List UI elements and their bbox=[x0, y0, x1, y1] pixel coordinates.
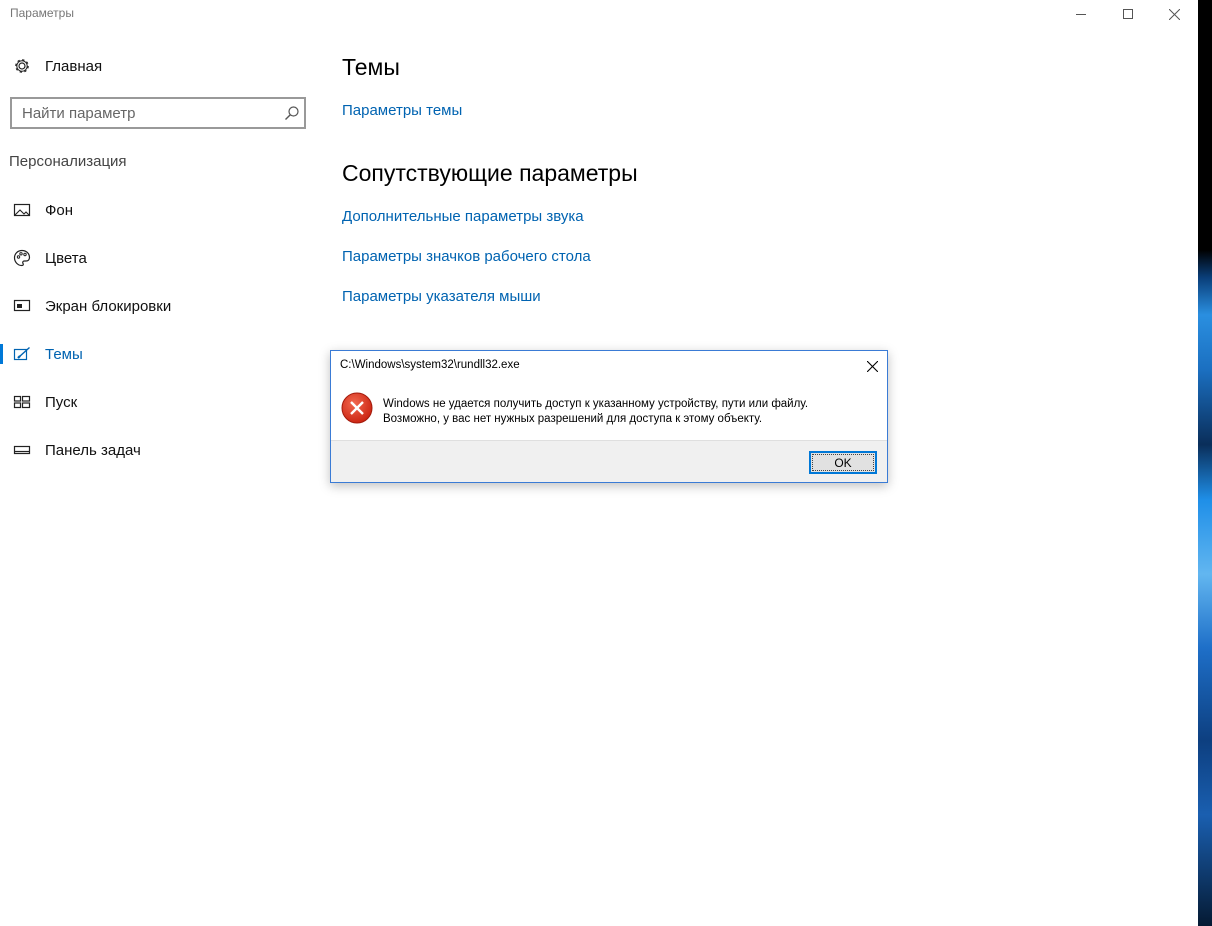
dialog-message: Windows не удается получить доступ к ука… bbox=[383, 397, 808, 427]
ok-button[interactable]: OK bbox=[809, 451, 877, 474]
sidebar-home-label: Главная bbox=[45, 57, 103, 75]
sidebar-item-lock-screen[interactable]: Экран блокировки bbox=[0, 286, 320, 326]
close-button[interactable] bbox=[1151, 0, 1197, 28]
themes-icon bbox=[13, 345, 31, 363]
sound-settings-link[interactable]: Дополнительные параметры звука bbox=[342, 208, 584, 225]
search-input[interactable] bbox=[22, 99, 272, 127]
page-title: Темы bbox=[342, 54, 400, 80]
sidebar-item-label: Панель задач bbox=[45, 441, 141, 459]
sidebar-item-label: Экран блокировки bbox=[45, 297, 172, 315]
settings-window: Параметры Главная Персон bbox=[0, 0, 1198, 926]
active-indicator bbox=[0, 344, 3, 364]
palette-icon bbox=[13, 249, 31, 267]
close-icon bbox=[1168, 8, 1180, 20]
sidebar-item-label: Темы bbox=[45, 345, 83, 363]
sidebar-item-taskbar[interactable]: Панель задач bbox=[0, 430, 320, 470]
maximize-icon bbox=[1123, 9, 1133, 19]
desktop-background bbox=[1198, 0, 1212, 926]
gear-icon bbox=[13, 57, 31, 75]
sidebar-item-label: Фон bbox=[45, 201, 74, 219]
theme-settings-link[interactable]: Параметры темы bbox=[342, 102, 462, 119]
dialog-message-line: Возможно, у вас нет нужных разрешений дл… bbox=[383, 413, 763, 425]
related-settings-title: Сопутствующие параметры bbox=[342, 160, 638, 186]
taskbar-icon bbox=[13, 441, 31, 459]
sidebar-item-background[interactable]: Фон bbox=[0, 190, 320, 230]
error-icon bbox=[341, 392, 373, 424]
dialog-title: C:\Windows\system32\rundll32.exe bbox=[340, 359, 520, 371]
desktop-icons-link[interactable]: Параметры значков рабочего стола bbox=[342, 248, 591, 265]
minimize-icon bbox=[1076, 14, 1086, 15]
minimize-button[interactable] bbox=[1058, 0, 1104, 28]
section-label: Персонализация bbox=[9, 153, 127, 170]
sidebar-item-label: Пуск bbox=[45, 393, 78, 411]
search-icon[interactable] bbox=[284, 105, 300, 121]
title-bar[interactable]: Параметры bbox=[0, 0, 1198, 30]
monitor-icon bbox=[13, 297, 31, 315]
error-dialog: C:\Windows\system32\rundll32.exe Windows… bbox=[330, 350, 888, 483]
dialog-footer: OK bbox=[331, 440, 887, 482]
start-tiles-icon bbox=[13, 393, 31, 411]
dialog-message-line: Windows не удается получить доступ к ука… bbox=[383, 398, 809, 410]
maximize-button[interactable] bbox=[1105, 0, 1151, 28]
close-icon bbox=[866, 360, 878, 372]
search-box bbox=[10, 97, 306, 129]
sidebar-item-themes[interactable]: Темы bbox=[0, 334, 320, 374]
sidebar-item-label: Цвета bbox=[45, 249, 87, 267]
sidebar-item-colors[interactable]: Цвета bbox=[0, 238, 320, 278]
sidebar-item-home[interactable]: Главная bbox=[0, 46, 320, 86]
dialog-close-button[interactable] bbox=[857, 351, 887, 381]
focus-rectangle bbox=[812, 454, 874, 471]
picture-icon bbox=[13, 201, 31, 219]
sidebar-item-start[interactable]: Пуск bbox=[0, 382, 320, 422]
window-title: Параметры bbox=[10, 6, 74, 20]
mouse-pointer-link[interactable]: Параметры указателя мыши bbox=[342, 288, 541, 305]
